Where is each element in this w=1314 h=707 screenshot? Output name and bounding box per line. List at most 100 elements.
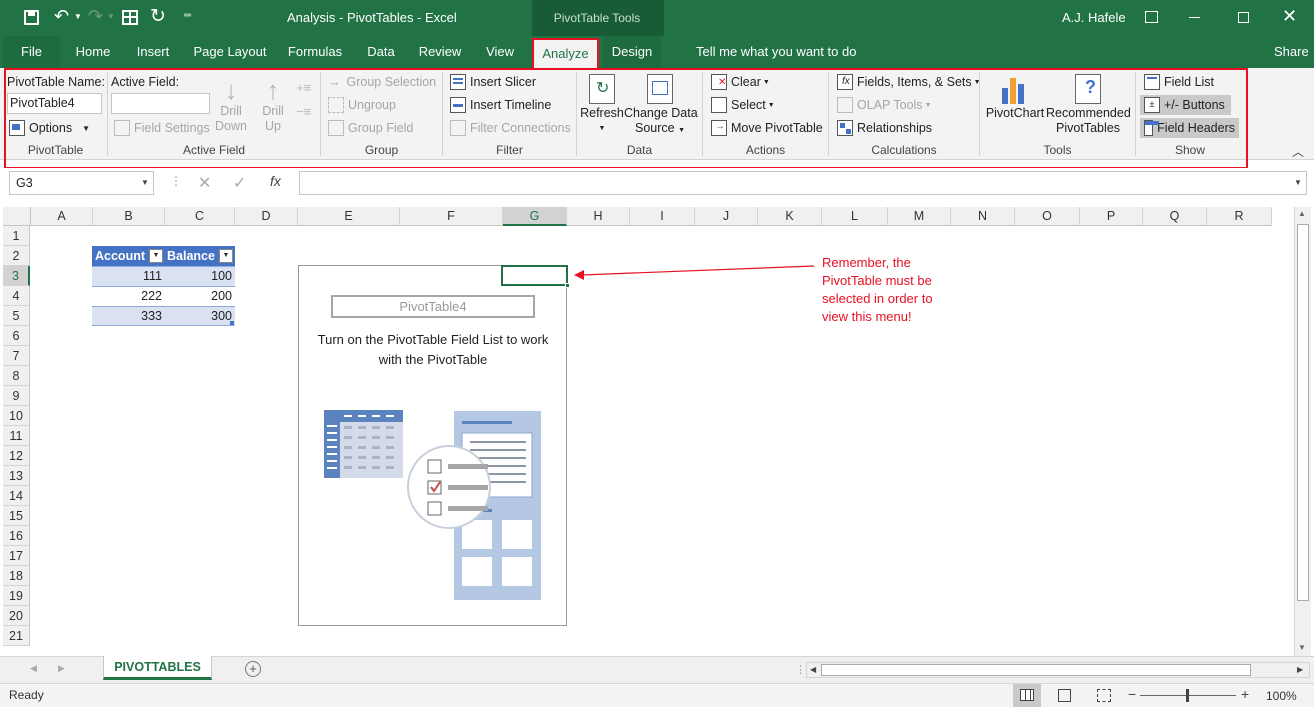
row-header-12[interactable]: 12 — [3, 446, 30, 466]
vertical-scroll-thumb[interactable] — [1297, 224, 1309, 601]
column-header-p[interactable]: P — [1080, 207, 1143, 226]
normal-view-icon[interactable] — [1013, 684, 1041, 707]
user-name[interactable]: A.J. Hafele — [1062, 10, 1126, 25]
row-header-18[interactable]: 18 — [3, 566, 30, 586]
insert-function-icon[interactable]: fx — [270, 173, 281, 189]
tab-file[interactable]: File — [3, 36, 60, 68]
table-cell[interactable]: 200 — [165, 286, 232, 306]
column-header-o[interactable]: O — [1015, 207, 1080, 226]
save-icon[interactable] — [24, 10, 39, 25]
scroll-tabs-left-icon[interactable]: ◀ — [30, 663, 37, 674]
maximize-icon[interactable] — [1238, 12, 1249, 23]
undo-dropdown-icon[interactable]: ▼ — [74, 12, 82, 21]
customize-qat-icon[interactable]: ═ — [184, 10, 191, 21]
close-icon[interactable]: ✕ — [1282, 6, 1297, 27]
filter-dropdown-icon[interactable]: ▼ — [219, 249, 233, 263]
row-header-15[interactable]: 15 — [3, 506, 30, 526]
tab-split-grip-icon[interactable]: ⋮ — [795, 663, 806, 676]
scroll-down-icon[interactable]: ▼ — [1298, 643, 1306, 652]
zoom-level[interactable]: 100% — [1266, 689, 1297, 703]
ribbon-display-options-icon[interactable] — [1145, 11, 1158, 23]
table-cell[interactable]: 300 — [165, 306, 232, 326]
name-box[interactable]: G3 — [9, 171, 154, 195]
scroll-up-icon[interactable]: ▲ — [1298, 209, 1306, 218]
scroll-right-icon[interactable]: ▶ — [1297, 665, 1303, 674]
tab-analyze[interactable]: Analyze — [532, 38, 599, 68]
refresh-all-icon[interactable]: ↻ — [150, 5, 166, 28]
column-header-l[interactable]: L — [822, 207, 888, 226]
fill-handle[interactable] — [565, 283, 570, 288]
tab-review[interactable]: Review — [414, 36, 466, 68]
select-all-corner[interactable] — [3, 207, 31, 226]
row-header-8[interactable]: 8 — [3, 366, 30, 386]
column-header-b[interactable]: B — [93, 207, 165, 226]
minimize-icon[interactable] — [1189, 17, 1200, 18]
column-header-i[interactable]: I — [630, 207, 695, 226]
row-header-17[interactable]: 17 — [3, 546, 30, 566]
column-header-g[interactable]: G — [503, 207, 567, 226]
row-header-14[interactable]: 14 — [3, 486, 30, 506]
table-resize-handle[interactable] — [230, 321, 234, 325]
page-break-view-icon[interactable] — [1097, 689, 1111, 702]
table-cell[interactable]: 100 — [165, 266, 232, 286]
column-header-c[interactable]: C — [165, 207, 235, 226]
sheet-tab-pivottables[interactable]: PIVOTTABLES — [103, 656, 212, 680]
row-header-3[interactable]: 3 — [3, 266, 30, 286]
tell-me-search[interactable]: Tell me what you want to do — [696, 36, 856, 68]
page-layout-view-icon[interactable] — [1058, 689, 1071, 702]
row-header-16[interactable]: 16 — [3, 526, 30, 546]
zoom-out-icon[interactable]: − — [1128, 686, 1136, 702]
tab-formulas[interactable]: Formulas — [284, 36, 346, 68]
row-header-7[interactable]: 7 — [3, 346, 30, 366]
share-button[interactable]: Share — [1274, 36, 1309, 68]
row-header-2[interactable]: 2 — [3, 246, 30, 266]
row-header-11[interactable]: 11 — [3, 426, 30, 446]
column-header-k[interactable]: K — [758, 207, 822, 226]
filter-dropdown-icon[interactable]: ▼ — [149, 249, 163, 263]
expand-formula-bar-icon[interactable]: ▼ — [1294, 178, 1302, 187]
scroll-tabs-right-icon[interactable]: ▶ — [58, 663, 65, 674]
grid-layout-icon[interactable] — [122, 10, 138, 25]
formula-input[interactable] — [299, 171, 1307, 195]
table-cell[interactable]: 222 — [92, 286, 162, 306]
row-header-1[interactable]: 1 — [3, 226, 30, 246]
column-header-f[interactable]: F — [400, 207, 503, 226]
scroll-left-icon[interactable]: ◀ — [810, 665, 816, 674]
undo-icon[interactable]: ↶ — [54, 6, 69, 27]
table-cell[interactable]: 333 — [92, 306, 162, 326]
column-header-d[interactable]: D — [235, 207, 298, 226]
row-header-21[interactable]: 21 — [3, 626, 30, 646]
column-header-m[interactable]: M — [888, 207, 951, 226]
vertical-scrollbar[interactable]: ▲ ▼ — [1294, 207, 1311, 656]
add-sheet-icon[interactable]: + — [245, 661, 261, 677]
column-header-r[interactable]: R — [1207, 207, 1272, 226]
name-box-dropdown-icon[interactable]: ▼ — [141, 178, 149, 187]
row-header-4[interactable]: 4 — [3, 286, 30, 306]
column-header-q[interactable]: Q — [1143, 207, 1207, 226]
tab-home[interactable]: Home — [68, 36, 118, 68]
row-header-10[interactable]: 10 — [3, 406, 30, 426]
row-header-20[interactable]: 20 — [3, 606, 30, 626]
tab-insert[interactable]: Insert — [130, 36, 176, 68]
tab-data[interactable]: Data — [360, 36, 402, 68]
tab-view[interactable]: View — [478, 36, 522, 68]
table-cell[interactable]: 111 — [92, 266, 162, 286]
zoom-in-icon[interactable]: + — [1241, 686, 1249, 702]
column-header-e[interactable]: E — [298, 207, 400, 226]
row-header-6[interactable]: 6 — [3, 326, 30, 346]
column-header-n[interactable]: N — [951, 207, 1015, 226]
tab-design[interactable]: Design — [603, 36, 661, 68]
collapse-ribbon-icon[interactable]: ︿ — [1292, 143, 1304, 160]
horizontal-scroll-thumb[interactable] — [821, 664, 1251, 676]
row-header-9[interactable]: 9 — [3, 386, 30, 406]
column-header-j[interactable]: J — [695, 207, 758, 226]
horizontal-scrollbar[interactable]: ◀ ▶ — [806, 662, 1310, 678]
row-header-5[interactable]: 5 — [3, 306, 30, 326]
selected-cell-g3[interactable] — [501, 265, 568, 286]
zoom-slider-thumb[interactable] — [1186, 689, 1189, 702]
column-header-a[interactable]: A — [31, 207, 93, 226]
row-header-13[interactable]: 13 — [3, 466, 30, 486]
tab-page-layout[interactable]: Page Layout — [190, 36, 270, 68]
row-header-19[interactable]: 19 — [3, 586, 30, 606]
column-header-h[interactable]: H — [567, 207, 630, 226]
